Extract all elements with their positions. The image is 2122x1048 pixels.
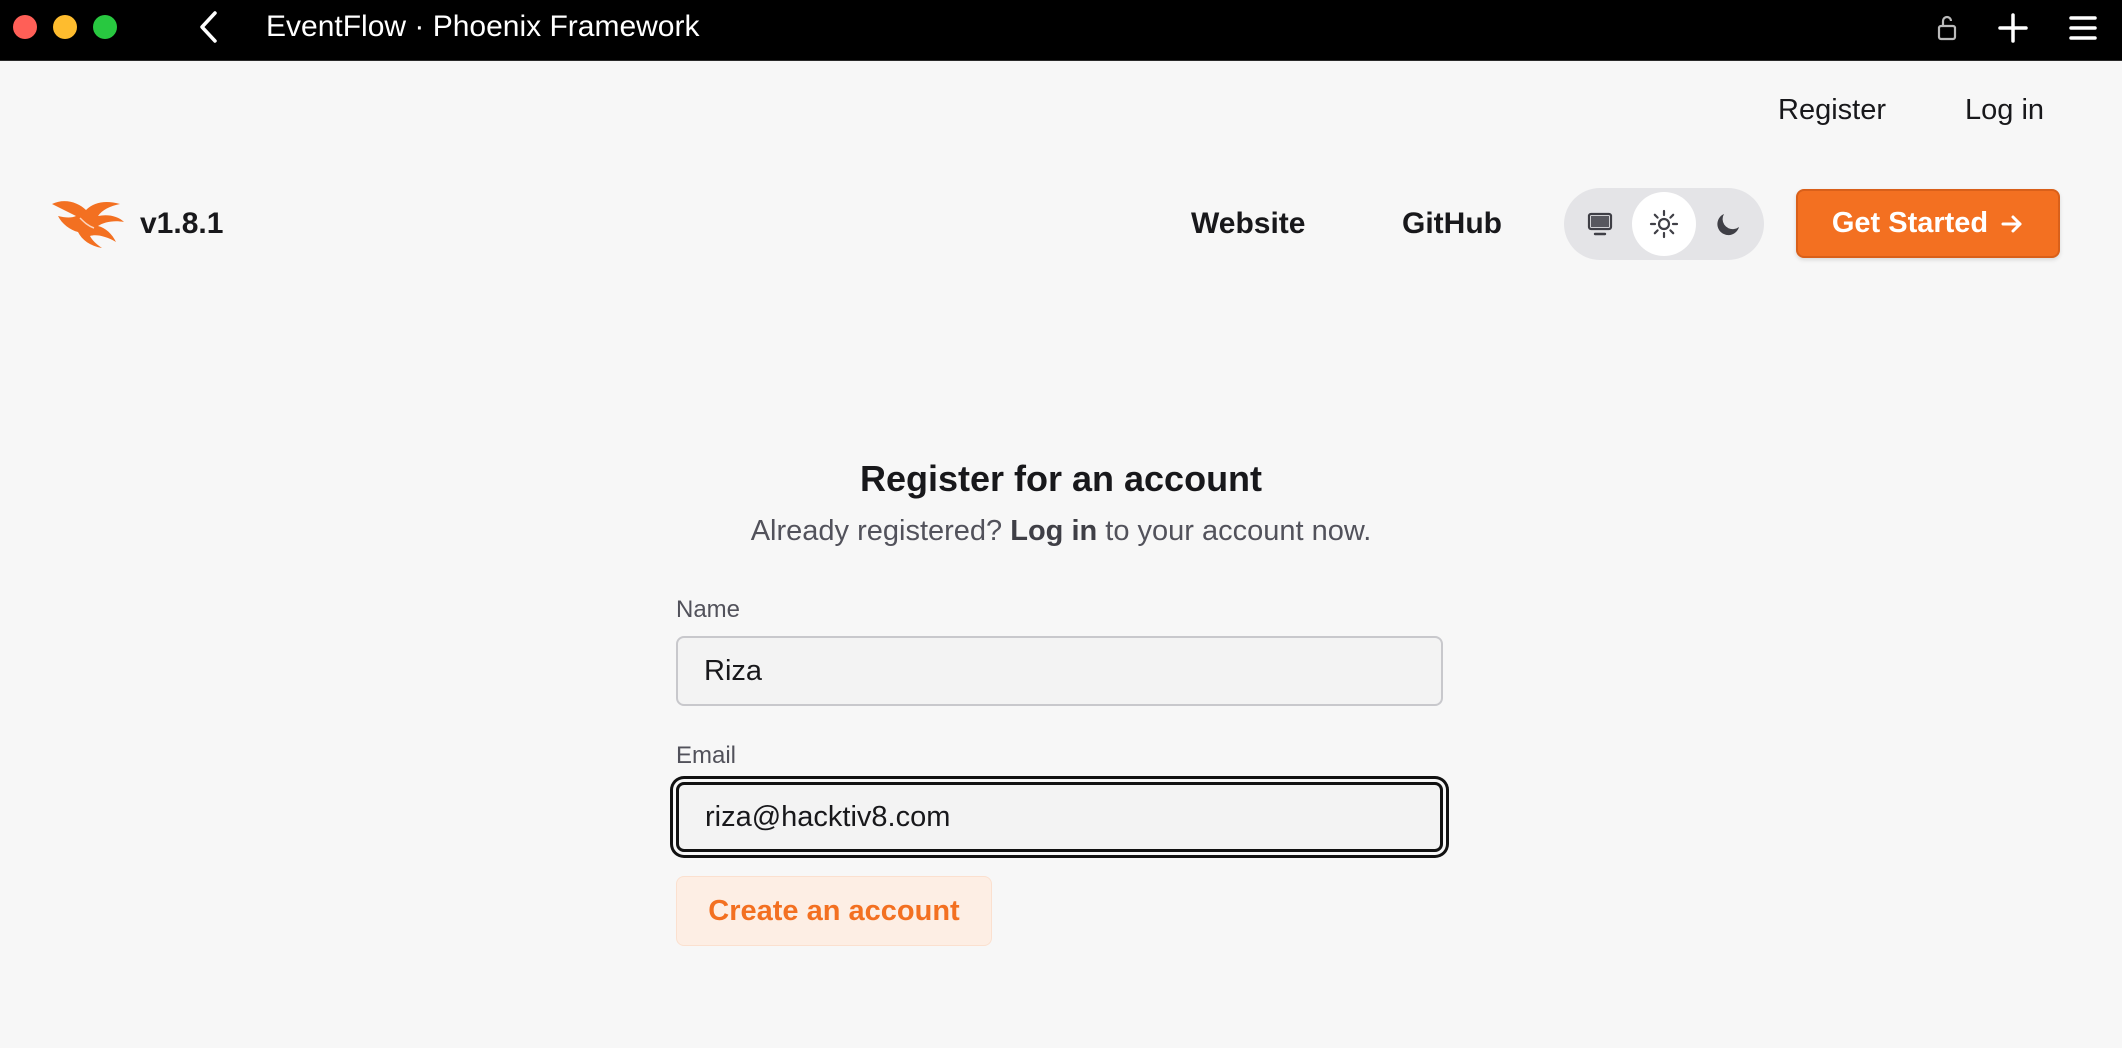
theme-system-button[interactable] [1568,192,1632,256]
hamburger-menu-icon [2069,16,2097,40]
subtitle-suffix: to your account now. [1105,515,1372,547]
version-label: v1.8.1 [140,207,224,240]
back-button[interactable] [193,9,227,45]
create-account-button[interactable]: Create an account [676,876,992,946]
new-tab-button[interactable] [1996,11,2030,45]
register-link[interactable]: Register [1778,92,1886,128]
window-titlebar: EventFlow · Phoenix Framework [0,0,2122,61]
phoenix-logo-icon [52,201,124,248]
chevron-left-icon [200,11,217,43]
email-input[interactable] [676,782,1443,852]
website-link[interactable]: Website [1191,206,1305,242]
window-title: EventFlow · Phoenix Framework [266,10,700,43]
subtitle-login-link[interactable]: Log in [1010,515,1097,547]
moon-icon [1717,214,1739,236]
theme-light-button[interactable] [1632,192,1696,256]
login-link[interactable]: Log in [1965,92,2044,128]
maximize-window-button[interactable] [93,15,117,39]
name-input[interactable] [676,636,1443,706]
phoenix-logo[interactable] [50,196,126,250]
get-started-button[interactable]: Get Started [1796,189,2060,258]
theme-dark-button[interactable] [1696,192,1760,256]
lock-button[interactable] [1930,11,1964,45]
github-link[interactable]: GitHub [1402,206,1502,242]
page-title: Register for an account [859,458,1263,499]
menu-button[interactable] [2066,11,2100,45]
sun-icon [1649,209,1679,239]
arrow-right-icon [2001,215,2022,232]
close-window-button[interactable] [13,15,37,39]
theme-toggle [1564,188,1764,260]
name-label: Name [676,596,741,623]
page-subtitle: Already registered? Log in to your accou… [0,512,2122,550]
subtitle-prefix: Already registered? [750,515,1003,547]
email-label: Email [676,742,737,769]
plus-icon [1998,13,2028,43]
unlock-icon [1937,15,1957,41]
minimize-window-button[interactable] [53,15,77,39]
get-started-label: Get Started [1831,207,1989,239]
monitor-icon [1587,212,1613,236]
